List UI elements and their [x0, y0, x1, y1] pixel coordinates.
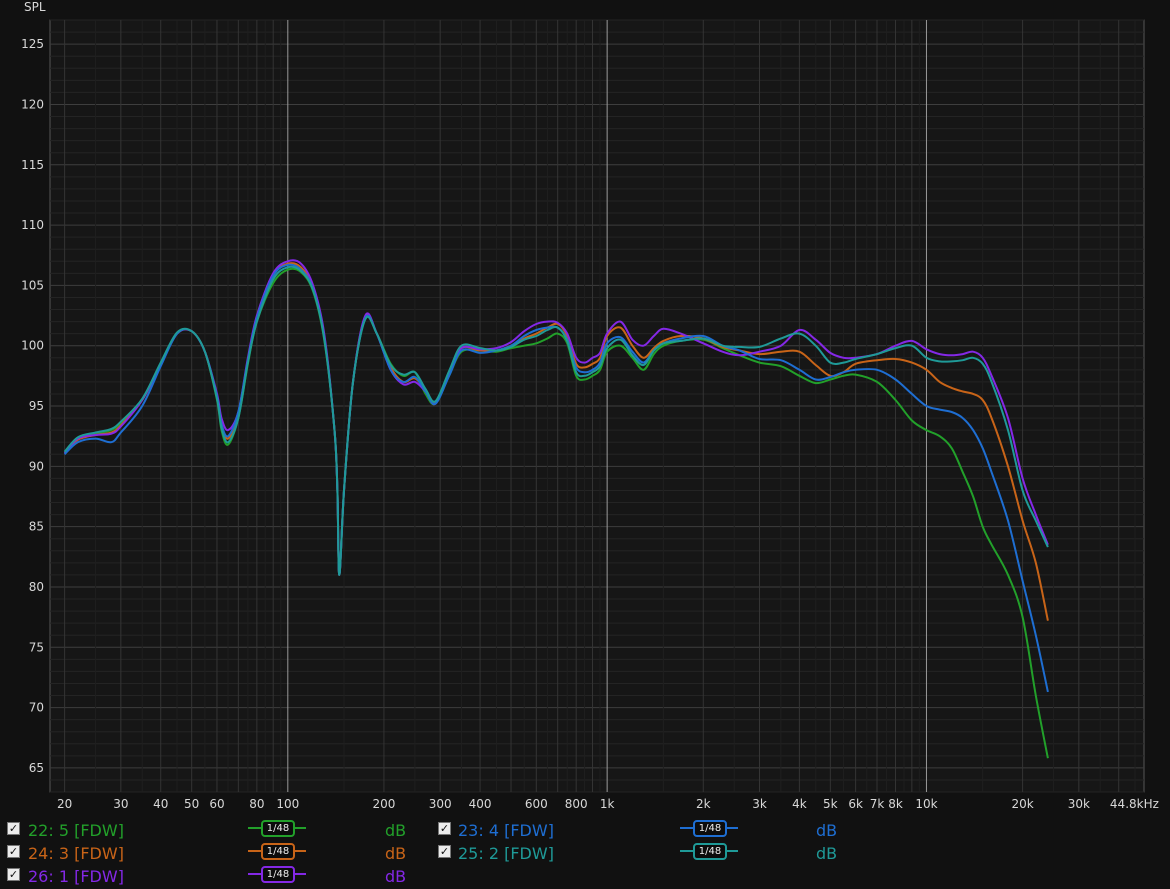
legend-unit: dB [385, 844, 407, 863]
x-tick-label: 3k [752, 797, 767, 811]
x-tick-label: 40 [153, 797, 168, 811]
x-tick-label: 600 [525, 797, 548, 811]
x-tick-label: 300 [429, 797, 452, 811]
x-tick-label: 200 [372, 797, 395, 811]
x-tick-label: 30 [113, 797, 128, 811]
checkbox[interactable]: ✓ [7, 868, 20, 881]
legend-series-name: 23: 4 [FDW] [458, 821, 554, 840]
legend-unit: dB [385, 821, 407, 840]
y-tick-label: 95 [29, 399, 44, 413]
y-tick-label: 90 [29, 459, 44, 473]
x-tick-label: 10k [915, 797, 937, 811]
legend-series-name: 24: 3 [FDW] [28, 844, 124, 863]
x-tick-label: 1k [600, 797, 615, 811]
legend-series-name: 26: 1 [FDW] [28, 867, 124, 886]
legend-series-name: 22: 5 [FDW] [28, 821, 124, 840]
x-tick-label: 5k [823, 797, 838, 811]
x-tick-label: 50 [184, 797, 199, 811]
y-axis-ticks: 65 70 75 80 85 90 95 100 105 110 115 120 125 [21, 37, 44, 775]
smoothing-selector[interactable]: 1/48 [248, 820, 306, 837]
smoothing-value: 1/48 [693, 843, 727, 860]
x-tick-label: 20k [1011, 797, 1033, 811]
smoothing-selector[interactable]: 1/48 [680, 843, 738, 860]
y-tick-label: 80 [29, 580, 44, 594]
y-tick-label: 120 [21, 97, 44, 111]
y-tick-label: 100 [21, 339, 44, 353]
legend-unit: dB [816, 821, 838, 840]
y-axis-label: SPL [24, 0, 46, 14]
legend-unit: dB [816, 844, 838, 863]
y-tick-label: 70 [29, 701, 44, 715]
x-tick-label: 30k [1068, 797, 1090, 811]
y-tick-label: 115 [21, 158, 44, 172]
y-tick-label: 75 [29, 640, 44, 654]
checkbox[interactable]: ✓ [7, 822, 20, 835]
x-tick-label: 4k [792, 797, 807, 811]
legend-unit: dB [385, 867, 407, 886]
x-tick-label: 8k [888, 797, 903, 811]
x-tick-label: 20 [57, 797, 72, 811]
x-axis-ticks: 20 30 40 50 60 80 100 200 300 400 600 800 1k 2k 3k 4k 5k… [57, 797, 1159, 811]
y-tick-label: 125 [21, 37, 44, 51]
x-tick-label: 44.8kHz [1110, 797, 1159, 811]
smoothing-selector[interactable]: 1/48 [248, 843, 306, 860]
checkbox[interactable]: ✓ [438, 822, 451, 835]
y-tick-label: 105 [21, 278, 44, 292]
y-tick-label: 85 [29, 520, 44, 534]
y-tick-label: 65 [29, 761, 44, 775]
x-tick-label: 800 [565, 797, 588, 811]
checkbox[interactable]: ✓ [7, 845, 20, 858]
smoothing-value: 1/48 [261, 820, 295, 837]
x-tick-label: 60 [209, 797, 224, 811]
smoothing-value: 1/48 [261, 866, 295, 883]
x-tick-label: 80 [249, 797, 264, 811]
y-tick-label: 110 [21, 218, 44, 232]
checkbox[interactable]: ✓ [438, 845, 451, 858]
smoothing-selector[interactable]: 1/48 [680, 820, 738, 837]
smoothing-value: 1/48 [693, 820, 727, 837]
smoothing-value: 1/48 [261, 843, 295, 860]
x-tick-label: 400 [469, 797, 492, 811]
frequency-response-chart[interactable]: 65 70 75 80 85 90 95 100 105 110 115 120 125 20 30 40 5… [0, 0, 1170, 815]
legend-series-name: 25: 2 [FDW] [458, 844, 554, 863]
smoothing-selector[interactable]: 1/48 [248, 866, 306, 883]
legend: ✓ 22: 5 [FDW] 1/48 dB ✓ 24: 3 [FDW] 1/48… [0, 815, 1170, 889]
x-tick-label: 6k [848, 797, 863, 811]
x-tick-label: 100 [276, 797, 299, 811]
x-tick-label: 7k [870, 797, 885, 811]
x-tick-label: 2k [696, 797, 711, 811]
